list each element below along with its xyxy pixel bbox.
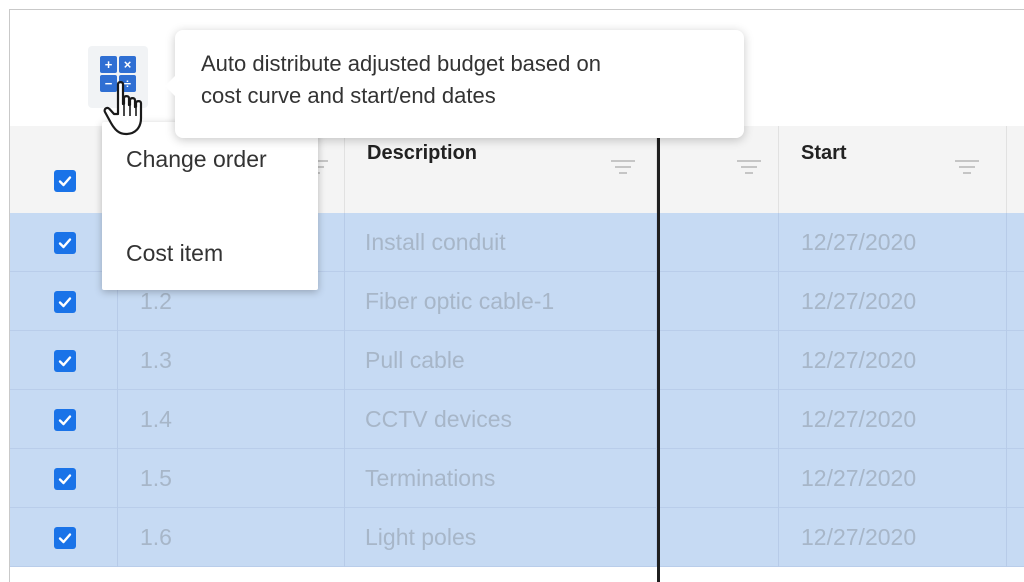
- row-checkbox[interactable]: [54, 291, 76, 313]
- row-description: Terminations: [345, 449, 657, 508]
- row-blank-cell: [657, 449, 779, 508]
- filter-icon[interactable]: [955, 160, 979, 174]
- select-all-checkbox[interactable]: [54, 170, 76, 192]
- row-select-cell: [10, 449, 118, 508]
- row-start-date: 12/27/2020: [779, 508, 1007, 567]
- header-blank-cell: [657, 126, 779, 222]
- row-blank-cell: [657, 331, 779, 390]
- header-start-cell: Start: [779, 126, 1007, 222]
- menu-item-cost-item[interactable]: Cost item: [126, 240, 223, 267]
- row-id: 1.6: [118, 508, 345, 567]
- row-start-date: 12/27/2020: [779, 390, 1007, 449]
- row-description: Light poles: [345, 508, 657, 567]
- checkmark-icon: [58, 474, 72, 485]
- row-blank-cell: [657, 390, 779, 449]
- calc-times-cell: ×: [119, 56, 136, 73]
- hand-cursor-icon: [103, 81, 143, 136]
- row-id: 1.3: [118, 331, 345, 390]
- row-blank-cell: [657, 272, 779, 331]
- row-select-cell: [10, 331, 118, 390]
- checkmark-icon: [58, 356, 72, 367]
- tooltip-line-2: cost curve and start/end dates: [201, 83, 496, 108]
- auto-distribute-tooltip: Auto distribute adjusted budget based on…: [165, 30, 744, 138]
- row-checkbox[interactable]: [54, 232, 76, 254]
- table-row[interactable]: 1.5 Terminations 12/27/2020: [10, 449, 1024, 508]
- calc-plus-cell: +: [100, 56, 117, 73]
- row-checkbox[interactable]: [54, 409, 76, 431]
- description-column-header[interactable]: Description: [367, 142, 477, 165]
- checkmark-icon: [58, 415, 72, 426]
- filter-icon[interactable]: [737, 160, 761, 174]
- row-checkbox[interactable]: [54, 350, 76, 372]
- filter-icon[interactable]: [611, 160, 635, 174]
- grid-frame: + × − ÷ Description Start Install condui…: [9, 9, 1024, 582]
- row-id: 1.4: [118, 390, 345, 449]
- row-blank-cell: [657, 508, 779, 567]
- row-select-cell: [10, 390, 118, 449]
- checkmark-icon: [58, 297, 72, 308]
- row-description: CCTV devices: [345, 390, 657, 449]
- row-start-date: 12/27/2020: [779, 331, 1007, 390]
- row-description: Pull cable: [345, 331, 657, 390]
- table-row[interactable]: 1.3 Pull cable 12/27/2020: [10, 331, 1024, 390]
- row-start-date: 12/27/2020: [779, 213, 1007, 272]
- row-id: 1.5: [118, 449, 345, 508]
- row-blank-cell: [657, 213, 779, 272]
- column-resize-divider[interactable]: [657, 126, 660, 582]
- table-row[interactable]: 1.6 Light poles 12/27/2020: [10, 508, 1024, 567]
- table-row[interactable]: 1.4 CCTV devices 12/27/2020: [10, 390, 1024, 449]
- tooltip-arrow: [165, 76, 175, 96]
- row-description: Install conduit: [345, 213, 657, 272]
- header-description-cell: Description: [345, 126, 657, 222]
- checkmark-icon: [58, 176, 72, 187]
- start-column-header[interactable]: Start: [801, 142, 847, 165]
- row-description: Fiber optic cable-1: [345, 272, 657, 331]
- row-checkbox[interactable]: [54, 527, 76, 549]
- checkmark-icon: [58, 533, 72, 544]
- row-select-cell: [10, 508, 118, 567]
- row-start-date: 12/27/2020: [779, 272, 1007, 331]
- tooltip-line-1: Auto distribute adjusted budget based on: [201, 51, 601, 76]
- row-checkbox[interactable]: [54, 468, 76, 490]
- add-item-menu: Change order Cost item: [102, 122, 318, 290]
- menu-item-change-order[interactable]: Change order: [126, 146, 267, 173]
- checkmark-icon: [58, 238, 72, 249]
- row-start-date: 12/27/2020: [779, 449, 1007, 508]
